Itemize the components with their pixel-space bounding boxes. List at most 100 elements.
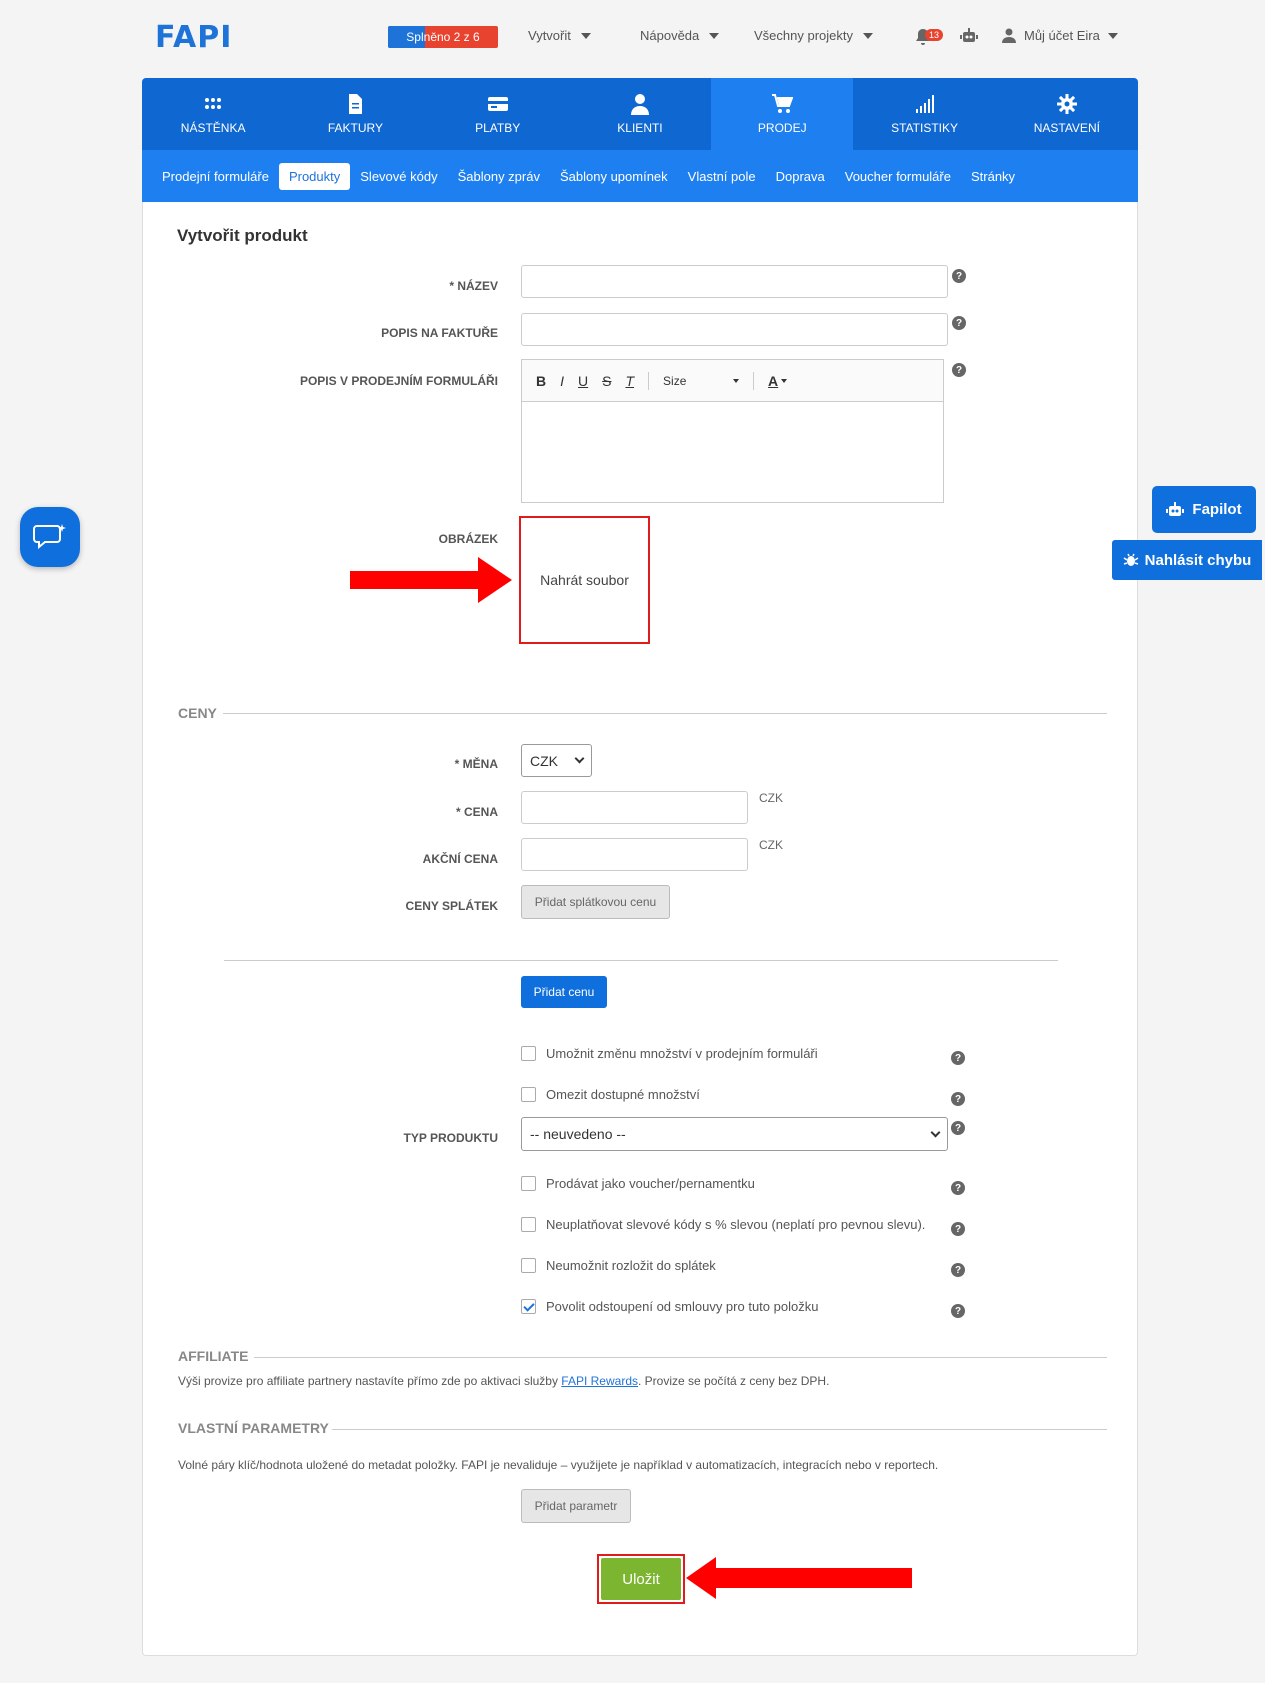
withdrawal-option[interactable]: Povolit odstoupení od smlouvy pro tuto p…: [521, 1299, 818, 1314]
product-type-label: TYP PRODUKTU: [403, 1131, 498, 1145]
top-bar: FAPI Splněno 2 z 6 Vytvořit Nápověda Vše…: [0, 0, 1265, 78]
nav-dashboard[interactable]: NÁSTĚNKA: [142, 78, 284, 150]
custom-params-section-title: VLASTNÍ PARAMETRY: [178, 1420, 329, 1436]
product-type-select[interactable]: -- neuvedeno --: [521, 1117, 948, 1151]
invoice-desc-input[interactable]: [521, 313, 948, 346]
name-label: * NÁZEV: [449, 279, 498, 293]
withdrawal-checkbox[interactable]: [521, 1299, 536, 1314]
add-price-button[interactable]: Přidat cenu: [521, 976, 607, 1008]
no-installments-option[interactable]: Neumožnit rozložit do splátek: [521, 1258, 716, 1273]
add-installment-price-button[interactable]: Přidat splátkovou cenu: [521, 885, 670, 919]
menu-create[interactable]: Vytvořit: [528, 28, 591, 43]
font-color-select[interactable]: A: [768, 373, 788, 389]
product-type-value: -- neuvedeno --: [530, 1126, 626, 1142]
no-discount-option[interactable]: Neuplatňovat slevové kódy s % slevou (ne…: [521, 1217, 925, 1232]
bold-button[interactable]: B: [536, 373, 546, 389]
allow-quantity-checkbox[interactable]: [521, 1046, 536, 1061]
voucher-label: Prodávat jako voucher/pernamentku: [546, 1176, 755, 1191]
no-discount-checkbox[interactable]: [521, 1217, 536, 1232]
currency-select[interactable]: CZK: [521, 744, 592, 777]
rich-text-editor: B I U S T Size A: [521, 359, 944, 503]
fapi-logo[interactable]: FAPI: [155, 20, 232, 55]
nav-label: STATISTIKY: [891, 121, 958, 135]
divider: [224, 960, 1058, 961]
installments-label: CENY SPLÁTEK: [405, 899, 498, 913]
subnav-custom-fields[interactable]: Vlastní pole: [678, 163, 766, 190]
chevron-down-icon: [574, 753, 585, 764]
subnav-shipping[interactable]: Doprava: [766, 163, 835, 190]
save-highlight: Uložit: [597, 1554, 685, 1604]
arrow-left-icon: [686, 1557, 912, 1599]
voucher-option[interactable]: Prodávat jako voucher/pernamentku: [521, 1176, 755, 1191]
editor-body[interactable]: [522, 402, 943, 502]
limit-quantity-checkbox[interactable]: [521, 1087, 536, 1102]
bug-icon: [1123, 553, 1139, 566]
toolbar-divider: [648, 371, 650, 390]
allow-quantity-option[interactable]: Umožnit změnu množství v prodejním formu…: [521, 1046, 818, 1061]
menu-projects[interactable]: Všechny projekty: [754, 28, 873, 43]
document-icon: [349, 94, 363, 114]
robot-icon[interactable]: [960, 28, 978, 47]
signal-icon: [915, 95, 934, 113]
card-icon: [487, 97, 508, 111]
nav-statistics[interactable]: STATISTIKY: [853, 78, 995, 150]
nav-label: PLATBY: [475, 121, 521, 135]
main-nav: NÁSTĚNKA FAKTURY PLATBY KLIENTI PRODEJ S…: [142, 78, 1138, 150]
subnav-sales-forms[interactable]: Prodejní formuláře: [152, 163, 279, 190]
clear-format-button[interactable]: T: [625, 373, 634, 389]
help-icon[interactable]: ?: [951, 1092, 965, 1106]
nav-clients[interactable]: KLIENTI: [569, 78, 711, 150]
font-size-select[interactable]: Size: [663, 374, 740, 388]
price-input[interactable]: [521, 791, 748, 824]
help-icon[interactable]: ?: [952, 363, 966, 377]
nav-invoices[interactable]: FAKTURY: [284, 78, 426, 150]
currency-label: * MĚNA: [454, 757, 498, 771]
help-icon[interactable]: ?: [951, 1263, 965, 1277]
name-input[interactable]: [521, 265, 948, 298]
menu-help[interactable]: Nápověda: [640, 28, 720, 43]
subnav-message-templates[interactable]: Šablony zpráv: [448, 163, 550, 190]
nav-payments[interactable]: PLATBY: [427, 78, 569, 150]
add-parameter-button[interactable]: Přidat parametr: [521, 1489, 631, 1523]
toolbar-divider: [753, 371, 755, 390]
upload-file-button[interactable]: Nahrát soubor: [519, 516, 650, 644]
sub-nav: Prodejní formuláře Produkty Slevové kódy…: [142, 150, 1138, 202]
voucher-checkbox[interactable]: [521, 1176, 536, 1191]
help-icon[interactable]: ?: [952, 316, 966, 330]
help-icon[interactable]: ?: [951, 1222, 965, 1236]
subnav-pages[interactable]: Stránky: [961, 163, 1025, 190]
chevron-down-icon: [781, 378, 788, 383]
nav-sales[interactable]: PRODEJ: [711, 78, 854, 150]
subnav-products[interactable]: Produkty: [278, 162, 351, 190]
save-button[interactable]: Uložit: [601, 1558, 681, 1600]
onboarding-progress[interactable]: Splněno 2 z 6: [388, 26, 498, 48]
help-icon[interactable]: ?: [951, 1181, 965, 1195]
italic-button[interactable]: I: [560, 373, 564, 389]
gear-icon: [1056, 94, 1077, 114]
fapi-rewards-link[interactable]: FAPI Rewards: [561, 1374, 638, 1388]
sale-price-unit: CZK: [759, 838, 783, 852]
account-menu[interactable]: Můj účet Eira: [1002, 28, 1118, 43]
help-icon[interactable]: ?: [951, 1051, 965, 1065]
subnav-discount-codes[interactable]: Slevové kódy: [350, 163, 447, 190]
limit-quantity-option[interactable]: Omezit dostupné množství: [521, 1087, 700, 1102]
subnav-voucher-forms[interactable]: Voucher formuláře: [835, 163, 961, 190]
help-icon[interactable]: ?: [951, 1304, 965, 1318]
user-icon: [1002, 28, 1016, 43]
report-bug-label: Nahlásit chybu: [1144, 551, 1252, 569]
no-installments-checkbox[interactable]: [521, 1258, 536, 1273]
affiliate-text-before: Výši provize pro affiliate partnery nast…: [178, 1374, 562, 1388]
divider: [332, 1429, 1107, 1430]
strike-button[interactable]: S: [602, 373, 611, 389]
nav-settings[interactable]: NASTAVENÍ: [996, 78, 1138, 150]
underline-button[interactable]: U: [578, 373, 588, 389]
sale-price-input[interactable]: [521, 838, 748, 871]
report-bug-button[interactable]: Nahlásit chybu: [1112, 540, 1262, 580]
help-icon[interactable]: ?: [952, 269, 966, 283]
chevron-down-icon: [1107, 32, 1118, 39]
subnav-reminder-templates[interactable]: Šablony upomínek: [550, 163, 678, 190]
chat-button[interactable]: [20, 507, 80, 567]
help-icon[interactable]: ?: [951, 1121, 965, 1135]
progress-label: Splněno 2 z 6: [406, 30, 480, 44]
fapilot-button[interactable]: Fapilot: [1152, 486, 1256, 533]
